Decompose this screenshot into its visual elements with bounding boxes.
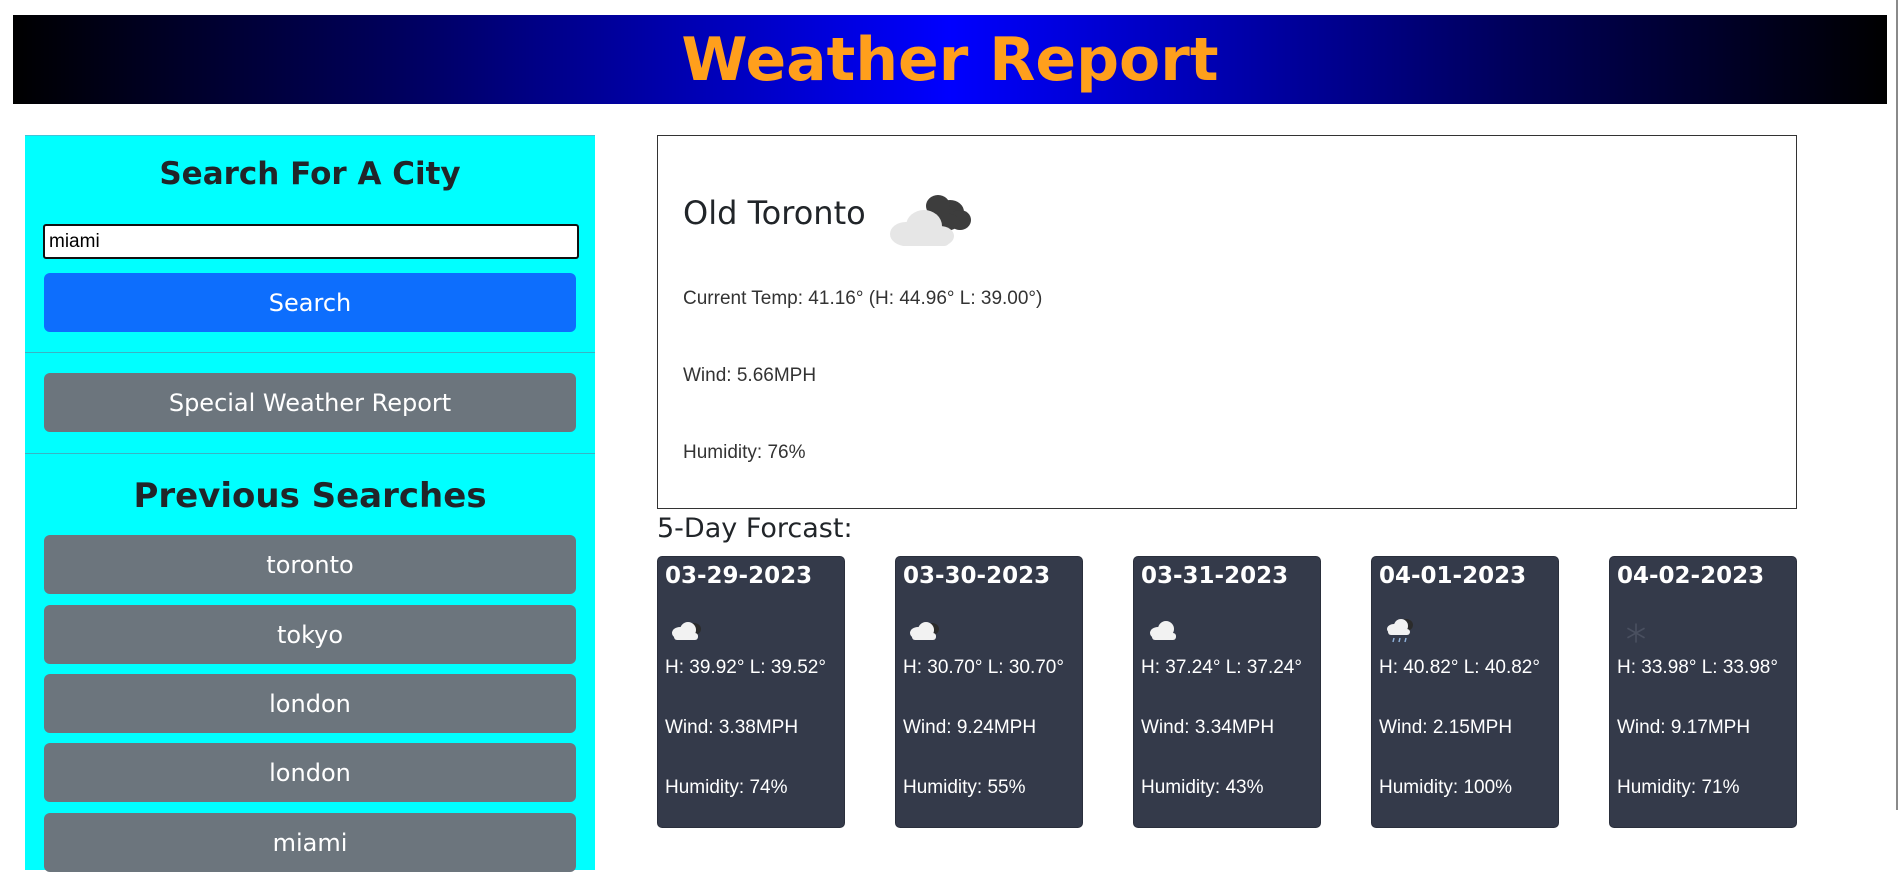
search-input[interactable] (43, 224, 579, 259)
forecast-card: 04-02-2023 H: 33.98° L: 33.98° Wind: 9.1… (1609, 556, 1797, 828)
forecast-card: 03-31-2023 H: 37.24° L: 37.24° Wind: 3.3… (1133, 556, 1321, 828)
previous-search-miami[interactable]: miami (44, 813, 576, 872)
current-temp: Current Temp: 41.16° (H: 44.96° L: 39.00… (683, 288, 1043, 309)
divider (25, 453, 595, 454)
snowflake-icon (1627, 623, 1645, 643)
forecast-wind: Wind: 9.17MPH (1617, 717, 1751, 738)
rain-cloud-icon (1387, 619, 1413, 643)
sidebar: Search For A City Search Special Weather… (25, 135, 595, 872)
forecast-wind: Wind: 9.24MPH (903, 717, 1037, 738)
forecast-high-low: H: 40.82° L: 40.82° (1379, 657, 1540, 678)
broken-clouds-icon (672, 622, 701, 640)
divider (25, 352, 595, 353)
forecast-label: 5-Day Forcast: (657, 513, 853, 544)
search-button[interactable]: Search (44, 273, 576, 332)
forecast-card: 03-29-2023 H: 39.92° L: 39.52° Wind: 3.3… (657, 556, 845, 828)
scrollbar[interactable] (1896, 0, 1898, 810)
previous-search-london[interactable]: london (44, 743, 576, 802)
page-title: Weather Report (681, 24, 1219, 95)
forecast-date: 04-01-2023 (1379, 563, 1527, 589)
forecast-high-low: H: 33.98° L: 33.98° (1617, 657, 1778, 678)
cloud-icon (1150, 621, 1176, 640)
forecast-high-low: H: 37.24° L: 37.24° (1141, 657, 1302, 678)
current-wind: Wind: 5.66MPH (683, 365, 817, 386)
header-banner: Weather Report (13, 15, 1887, 104)
city-heading: Old Toronto (683, 178, 982, 248)
forecast-humidity: Humidity: 55% (903, 777, 1026, 798)
previous-search-toronto[interactable]: toronto (44, 535, 576, 594)
forecast-high-low: H: 30.70° L: 30.70° (903, 657, 1064, 678)
forecast-date: 03-31-2023 (1141, 563, 1289, 589)
forecast-date: 04-02-2023 (1617, 563, 1765, 589)
forecast-date: 03-29-2023 (665, 563, 813, 589)
forecast-humidity: Humidity: 71% (1617, 777, 1740, 798)
current-humidity: Humidity: 76% (683, 442, 806, 463)
forecast-high-low: H: 39.92° L: 39.52° (665, 657, 826, 678)
broken-clouds-icon (889, 195, 971, 246)
previous-search-london[interactable]: london (44, 674, 576, 733)
previous-search-tokyo[interactable]: tokyo (44, 605, 576, 664)
previous-searches-title: Previous Searches (133, 476, 487, 516)
current-weather-card: Old Toronto Current Temp: 41.16° (H: 44.… (657, 135, 1797, 509)
forecast-humidity: Humidity: 43% (1141, 777, 1264, 798)
forecast-date: 03-30-2023 (903, 563, 1051, 589)
forecast-wind: Wind: 3.34MPH (1141, 717, 1275, 738)
special-weather-report-button[interactable]: Special Weather Report (44, 373, 576, 432)
forecast-wind: Wind: 3.38MPH (665, 717, 799, 738)
forecast-card: 04-01-2023 H: 40.82° L: 40.82° Wind: 2.1… (1371, 556, 1559, 828)
search-title: Search For A City (159, 156, 461, 192)
broken-clouds-icon (910, 622, 939, 640)
forecast-card: 03-30-2023 H: 30.70° L: 30.70° Wind: 9.2… (895, 556, 1083, 828)
forecast-humidity: Humidity: 74% (665, 777, 788, 798)
forecast-wind: Wind: 2.15MPH (1379, 717, 1513, 738)
city-name: Old Toronto (683, 194, 866, 232)
forecast-humidity: Humidity: 100% (1379, 777, 1513, 798)
